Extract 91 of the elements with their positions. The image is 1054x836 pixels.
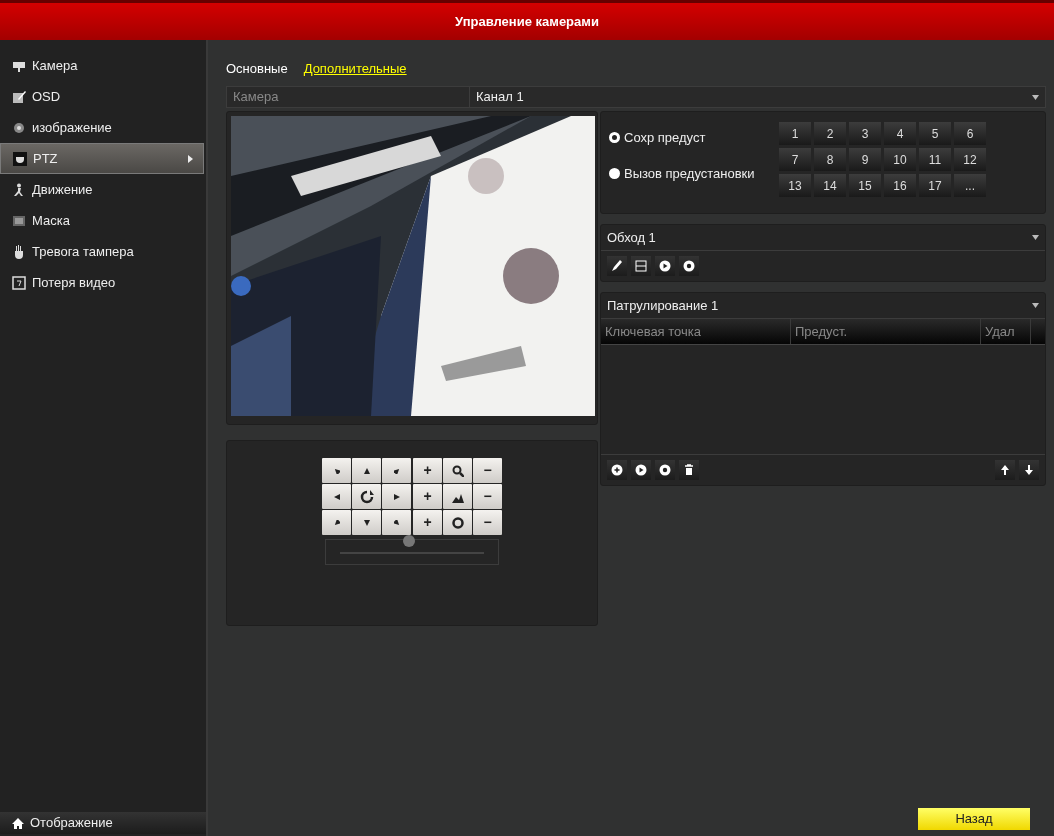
delete-button[interactable] (679, 460, 699, 480)
preset-button[interactable]: 17 (919, 174, 951, 197)
preset-button[interactable]: 14 (814, 174, 846, 197)
play-icon (635, 464, 647, 476)
preset-button[interactable]: 12 (954, 148, 986, 171)
column-header: Ключевая точка (601, 319, 791, 344)
radio-option[interactable]: Сохр предуст (609, 128, 779, 148)
save-button[interactable] (631, 256, 651, 276)
sidebar-item[interactable]: Камера (0, 50, 204, 81)
hand-icon (12, 244, 26, 259)
stop-icon (659, 464, 671, 476)
sidebar-item[interactable]: изображение (0, 112, 204, 143)
direction-button[interactable] (382, 458, 411, 483)
move-down-button[interactable] (1019, 460, 1039, 480)
increase-button[interactable]: + (413, 458, 442, 483)
lens-button[interactable] (443, 458, 472, 483)
iris-icon (451, 516, 464, 529)
window-title: Управление камерами (0, 0, 1054, 40)
circular-arrow-icon (359, 489, 374, 504)
dropdown-icon (1032, 303, 1039, 308)
edit-button[interactable] (607, 256, 627, 276)
preset-button[interactable]: 13 (779, 174, 811, 197)
stop-button[interactable] (655, 460, 675, 480)
decrease-button[interactable]: − (473, 458, 502, 483)
play-icon (659, 260, 671, 272)
back-button[interactable]: Назад (918, 808, 1030, 830)
direction-button[interactable] (352, 510, 381, 535)
preset-button[interactable]: 3 (849, 122, 881, 145)
add-button[interactable] (607, 460, 627, 480)
sidebar-item[interactable]: Маска (0, 205, 204, 236)
trash-icon (683, 464, 695, 476)
preset-button[interactable]: 4 (884, 122, 916, 145)
preset-button[interactable]: 9 (849, 148, 881, 171)
preset-button[interactable]: 5 (919, 122, 951, 145)
play-button[interactable] (631, 460, 651, 480)
up-arrow-icon (999, 464, 1011, 476)
radio-option[interactable]: Вызов предустановки (609, 163, 779, 183)
stop-button[interactable] (679, 256, 699, 276)
sidebar-item[interactable]: Тревога тампера (0, 236, 204, 267)
lens-button[interactable] (443, 510, 472, 535)
direction-button[interactable] (352, 458, 381, 483)
preset-button[interactable]: 8 (814, 148, 846, 171)
camera-select[interactable]: Камера Канал 1 (226, 86, 1046, 108)
direction-button[interactable] (382, 510, 411, 535)
add-icon (611, 464, 623, 476)
ptz-camera-icon (13, 151, 27, 166)
preset-button[interactable]: 16 (884, 174, 916, 197)
pencil-on-page-icon (12, 89, 26, 104)
dropdown-icon (1032, 95, 1039, 100)
tab[interactable]: Основные (226, 59, 288, 79)
preset-button[interactable]: 1 (779, 122, 811, 145)
tab[interactable]: Дополнительные (303, 59, 407, 79)
direction-button[interactable] (322, 510, 351, 535)
zoom-icon (451, 464, 464, 477)
channel-value: Канал 1 (476, 88, 524, 106)
chevron-icon (188, 154, 193, 163)
increase-button[interactable]: + (413, 510, 442, 535)
camera-label: Камера (227, 87, 470, 107)
move-up-button[interactable] (995, 460, 1015, 480)
preset-button[interactable]: 2 (814, 122, 846, 145)
direction-button[interactable] (322, 458, 351, 483)
save-icon (635, 260, 647, 272)
stop-icon (683, 260, 695, 272)
running-figure-icon (12, 182, 26, 197)
down-arrow-icon (1023, 464, 1035, 476)
mask-icon (12, 213, 26, 228)
column-header: Предуст. (791, 319, 981, 344)
direction-button[interactable] (322, 484, 351, 509)
preset-button[interactable]: 10 (884, 148, 916, 171)
preset-button[interactable]: ... (954, 174, 986, 197)
dropdown-icon (1032, 235, 1039, 240)
play-button[interactable] (655, 256, 675, 276)
column-header: Удал (981, 319, 1031, 344)
sidebar-item[interactable]: Потеря видео (0, 267, 204, 298)
menu-home-button[interactable]: Отображение (0, 812, 206, 834)
decrease-button[interactable]: − (473, 510, 502, 535)
decrease-button[interactable]: − (473, 484, 502, 509)
sidebar-item[interactable]: OSD (0, 81, 204, 112)
pencil-icon (611, 260, 623, 272)
preset-button[interactable]: 11 (919, 148, 951, 171)
preset-button[interactable]: 7 (779, 148, 811, 171)
home-icon (12, 817, 24, 829)
lens-button[interactable] (443, 484, 472, 509)
preset-button[interactable]: 6 (954, 122, 986, 145)
direction-button[interactable] (382, 484, 411, 509)
preset-button[interactable]: 15 (849, 174, 881, 197)
sidebar-item[interactable]: Движение (0, 174, 204, 205)
preset-reset-button[interactable] (352, 484, 381, 509)
video-loss-icon (12, 275, 26, 290)
increase-button[interactable]: + (413, 484, 442, 509)
sidebar-item[interactable]: PTZ (0, 143, 204, 174)
